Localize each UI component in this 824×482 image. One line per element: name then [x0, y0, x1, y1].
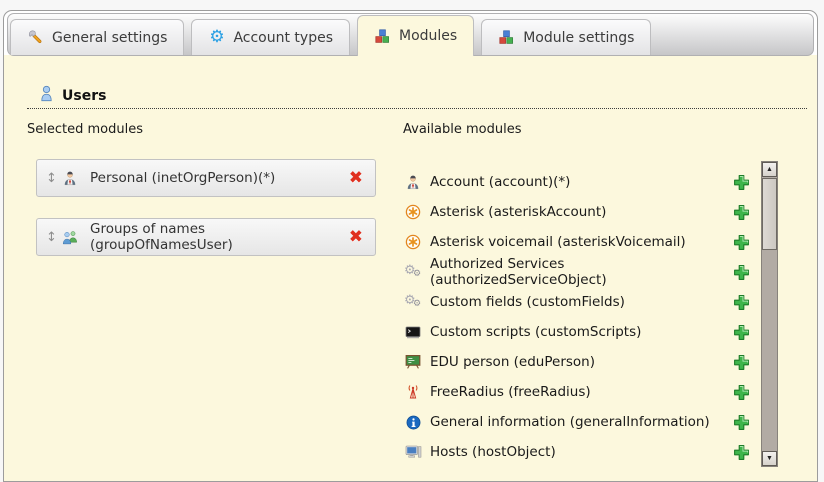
selected-module-row[interactable]: ↕ Personal (inetOrgPerson)(*) ✖ [36, 159, 376, 197]
scrollbar[interactable]: ▲ ▼ [761, 161, 778, 467]
available-module-row: EDU person (eduPerson) [403, 347, 750, 377]
plus-icon [733, 299, 750, 314]
remove-module-button[interactable]: ✖ [349, 170, 363, 187]
gears-icon: ⚙⚙ [403, 294, 423, 310]
plus-icon [733, 209, 750, 224]
plus-icon [733, 449, 750, 464]
module-label: EDU person (eduPerson) [430, 354, 733, 370]
scroll-down-icon: ▼ [766, 455, 773, 462]
wrench-icon [27, 29, 44, 46]
drag-handle-icon[interactable]: ↕ [46, 171, 60, 186]
section-divider [27, 108, 807, 109]
person-icon [403, 174, 423, 190]
add-module-button[interactable] [733, 264, 750, 281]
module-label: General information (generalInformation) [430, 414, 733, 430]
available-module-row: ⚙⚙ Custom fields (customFields) [403, 287, 750, 317]
module-label: Custom scripts (customScripts) [430, 324, 733, 340]
antenna-icon [403, 384, 423, 400]
scrollbar-up-button[interactable]: ▲ [762, 162, 777, 177]
add-module-button[interactable] [733, 234, 750, 251]
module-label: Asterisk (asteriskAccount) [430, 204, 733, 220]
user-icon [38, 85, 55, 106]
module-label: Account (account)(*) [430, 174, 733, 190]
add-module-button[interactable] [733, 204, 750, 221]
module-label: Custom fields (customFields) [430, 294, 733, 310]
module-label: Authorized Services (authorizedServiceOb… [430, 256, 733, 288]
available-module-row: General information (generalInformation) [403, 407, 750, 437]
add-module-button[interactable] [733, 174, 750, 191]
modules-icon [374, 28, 391, 45]
selected-modules-list: ↕ Personal (inetOrgPerson)(*) ✖ ↕ Groups… [36, 159, 376, 277]
person-icon [60, 170, 80, 186]
asterisk-icon [403, 234, 423, 250]
scrollbar-down-button[interactable]: ▼ [762, 451, 777, 466]
add-module-button[interactable] [733, 414, 750, 431]
tab-modules[interactable]: Modules [357, 15, 474, 56]
available-module-row: Hosts (hostObject) [403, 437, 750, 467]
asterisk-icon [403, 204, 423, 220]
module-label: Personal (inetOrgPerson)(*) [90, 170, 349, 186]
plus-icon [733, 179, 750, 194]
selected-module-row[interactable]: ↕ Groups of names (groupOfNamesUser) ✖ [36, 218, 376, 256]
plus-icon [733, 269, 750, 284]
add-module-button[interactable] [733, 384, 750, 401]
drag-handle-icon[interactable]: ↕ [46, 230, 60, 245]
add-module-button[interactable] [733, 444, 750, 461]
available-modules-label: Available modules [403, 122, 521, 137]
plus-icon [733, 389, 750, 404]
available-module-row: FreeRadius (freeRadius) [403, 377, 750, 407]
modules-icon [498, 29, 515, 46]
group-icon [60, 229, 80, 245]
available-module-row: Asterisk (asteriskAccount) [403, 197, 750, 227]
selected-modules-label: Selected modules [27, 122, 143, 137]
tab-general-settings[interactable]: General settings [10, 19, 184, 55]
scroll-up-icon: ▲ [766, 166, 773, 173]
plus-icon [733, 419, 750, 434]
config-window: General settings ⚙ Account types Modules… [3, 10, 818, 482]
info-icon [403, 415, 423, 430]
users-section-header: Users [38, 85, 106, 106]
available-module-row: Account (account)(*) [403, 167, 750, 197]
remove-module-button[interactable]: ✖ [349, 229, 363, 246]
computer-icon [403, 444, 423, 460]
gear-icon: ⚙ [208, 29, 225, 46]
plus-icon [733, 239, 750, 254]
tab-module-settings[interactable]: Module settings [481, 19, 651, 55]
available-modules-list: Account (account)(*) Asterisk (asteriskA… [403, 167, 750, 467]
terminal-icon [403, 324, 423, 340]
tab-bar: General settings ⚙ Account types Modules… [7, 13, 814, 56]
scrollbar-thumb[interactable] [762, 178, 777, 250]
module-label: Groups of names (groupOfNamesUser) [90, 221, 349, 253]
plus-icon [733, 359, 750, 374]
modules-tab-content: Users Selected modules Available modules… [4, 55, 817, 481]
available-module-row: ⚙⚙ Authorized Services (authorizedServic… [403, 257, 750, 287]
add-module-button[interactable] [733, 294, 750, 311]
section-title: Users [62, 88, 106, 104]
module-label: Asterisk voicemail (asteriskVoicemail) [430, 234, 733, 250]
available-module-row: Asterisk voicemail (asteriskVoicemail) [403, 227, 750, 257]
module-label: FreeRadius (freeRadius) [430, 384, 733, 400]
module-label: Hosts (hostObject) [430, 444, 733, 460]
plus-icon [733, 329, 750, 344]
add-module-button[interactable] [733, 354, 750, 371]
add-module-button[interactable] [733, 324, 750, 341]
tab-account-types[interactable]: ⚙ Account types [191, 19, 350, 55]
available-module-row: Custom scripts (customScripts) [403, 317, 750, 347]
gears-icon: ⚙⚙ [403, 264, 423, 280]
chalkboard-icon [403, 354, 423, 370]
